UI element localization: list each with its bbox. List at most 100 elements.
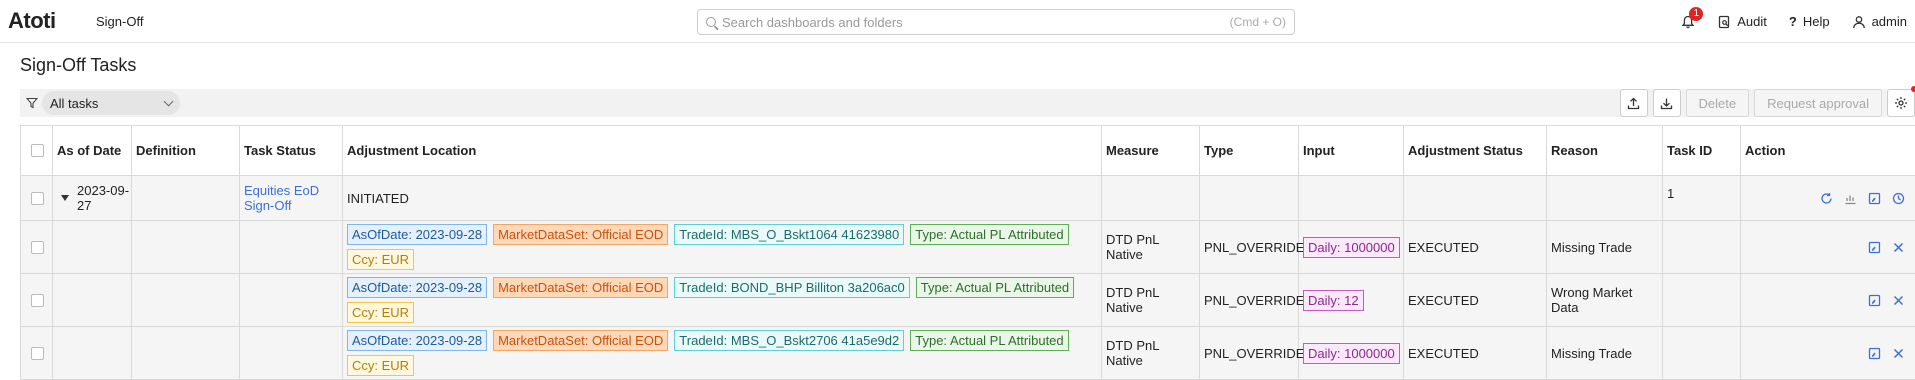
adjustment-status-value: EXECUTED [1404,274,1547,327]
select-all-checkbox[interactable] [31,144,44,157]
adjustment-row[interactable]: AsOfDate: 2023-09-28 MarketDataSet: Offi… [21,274,1915,327]
measure-value: DTD PnL Native [1102,327,1200,380]
header-measure[interactable]: Measure [1102,126,1200,176]
type-value: PNL_OVERRIDE [1200,221,1299,274]
tag-trade-id: TradeId: MBS_O_Bskt1064 41623980 [674,224,904,245]
edit-table-icon[interactable] [1867,240,1881,254]
action-cell [1741,274,1915,327]
as-of-date-value: 2023-09-27 [77,183,131,213]
row-checkbox[interactable] [31,241,44,254]
action-cell [1741,221,1915,274]
header-input[interactable]: Input [1299,126,1404,176]
row-checkbox-cell [21,176,53,221]
help-button[interactable]: ? Help [1789,14,1830,29]
adjustment-row[interactable]: AsOfDate: 2023-09-28 MarketDataSet: Offi… [21,327,1915,380]
row-checkbox-cell [21,221,53,274]
tag-type: Type: Actual PL Attributed [910,330,1068,351]
adjustment-location-cell: AsOfDate: 2023-09-28 MarketDataSet: Offi… [343,327,1102,380]
definition-link[interactable]: Equities EoD Sign-Off [244,183,338,213]
edit-table-icon[interactable] [1867,191,1881,205]
user-icon [1852,15,1866,29]
top-bar: Atoti Sign-Off Search dashboards and fol… [0,0,1915,43]
measure-value: DTD PnL Native [1102,221,1200,274]
task-group-row[interactable]: 2023-09-27 Equities EoD Sign-Off INITIAT… [21,176,1915,221]
header-reason[interactable]: Reason [1547,126,1663,176]
row-actions [1745,293,1911,307]
expand-caret-icon[interactable] [61,195,69,201]
delete-button[interactable]: Delete [1686,89,1750,117]
as-of-date-cell: 2023-09-27 [53,176,132,221]
adjustment-status-cell [1404,176,1547,221]
header-task-status[interactable]: Task Status [240,126,343,176]
search-shortcut: (Cmd + O) [1230,15,1286,29]
input-cell: Daily: 12 [1299,274,1404,327]
input-cell: Daily: 1000000 [1299,221,1404,274]
tag-market-data-set: MarketDataSet: Official EOD [493,330,668,351]
user-menu[interactable]: admin [1852,14,1907,29]
type-value: PNL_OVERRIDE [1200,274,1299,327]
tag-ccy: Ccy: EUR [347,302,414,323]
adjustment-row[interactable]: AsOfDate: 2023-09-28 MarketDataSet: Offi… [21,221,1915,274]
settings-button[interactable] [1887,89,1915,117]
row-actions [1745,240,1911,254]
input-cell: Daily: 1000000 [1299,327,1404,380]
tag-ccy: Ccy: EUR [347,355,414,376]
edit-table-icon[interactable] [1867,293,1881,307]
export-button[interactable] [1620,89,1648,117]
reason-value: Missing Trade [1547,221,1663,274]
upload-icon [1627,97,1640,110]
header-adjustment-location[interactable]: Adjustment Location [343,126,1102,176]
refresh-icon[interactable] [1819,191,1833,205]
task-status-cell: Equities EoD Sign-Off [240,176,343,221]
reason-cell [1547,176,1663,221]
tag-as-of-date: AsOfDate: 2023-09-28 [347,330,487,351]
chevron-down-icon [164,96,174,106]
select-all-header [21,126,53,176]
row-actions [1745,346,1911,360]
definition-cell [132,176,240,221]
audit-button[interactable]: Audit [1717,14,1767,29]
toolbar-actions: Delete Request approval [1620,89,1915,117]
adjustment-status-value: EXECUTED [1404,221,1547,274]
close-icon[interactable] [1891,240,1905,254]
measure-value: DTD PnL Native [1102,274,1200,327]
header-as-of-date[interactable]: As of Date [53,126,132,176]
download-icon [1660,97,1673,110]
header-action: Action [1741,126,1915,176]
tag-market-data-set: MarketDataSet: Official EOD [493,224,668,245]
filter-icon [26,97,38,109]
header-adjustment-status[interactable]: Adjustment Status [1404,126,1547,176]
input-cell [1299,176,1404,221]
task-filter-select[interactable]: All tasks [42,91,180,115]
close-icon[interactable] [1891,293,1905,307]
type-cell [1200,176,1299,221]
audit-icon [1717,15,1731,29]
notifications-button[interactable]: 1 [1681,15,1695,29]
sign-off-tasks-table: As of Date Definition Task Status Adjust… [20,125,1915,380]
action-cell [1741,176,1915,221]
request-approval-button[interactable]: Request approval [1754,89,1882,117]
chart-icon[interactable] [1843,191,1857,205]
clock-icon[interactable] [1891,191,1905,205]
reason-value: Wrong Market Data [1547,274,1663,327]
input-value: Daily: 1000000 [1303,237,1400,258]
close-icon[interactable] [1891,346,1905,360]
action-cell [1741,327,1915,380]
tag-as-of-date: AsOfDate: 2023-09-28 [347,224,487,245]
app-name[interactable]: Sign-Off [96,14,143,29]
edit-table-icon[interactable] [1867,346,1881,360]
user-label: admin [1872,14,1907,29]
adjustment-status-value: EXECUTED [1404,327,1547,380]
atoti-logo[interactable]: Atoti [8,8,88,34]
input-value: Daily: 1000000 [1303,343,1400,364]
row-checkbox[interactable] [31,294,44,307]
table-header-row: As of Date Definition Task Status Adjust… [21,126,1915,176]
search-input[interactable]: Search dashboards and folders (Cmd + O) [697,9,1295,35]
header-type[interactable]: Type [1200,126,1299,176]
row-checkbox[interactable] [31,192,44,205]
header-definition[interactable]: Definition [132,126,240,176]
group-actions [1745,191,1911,205]
header-task-id[interactable]: Task ID [1663,126,1741,176]
row-checkbox[interactable] [31,347,44,360]
import-button[interactable] [1653,89,1681,117]
